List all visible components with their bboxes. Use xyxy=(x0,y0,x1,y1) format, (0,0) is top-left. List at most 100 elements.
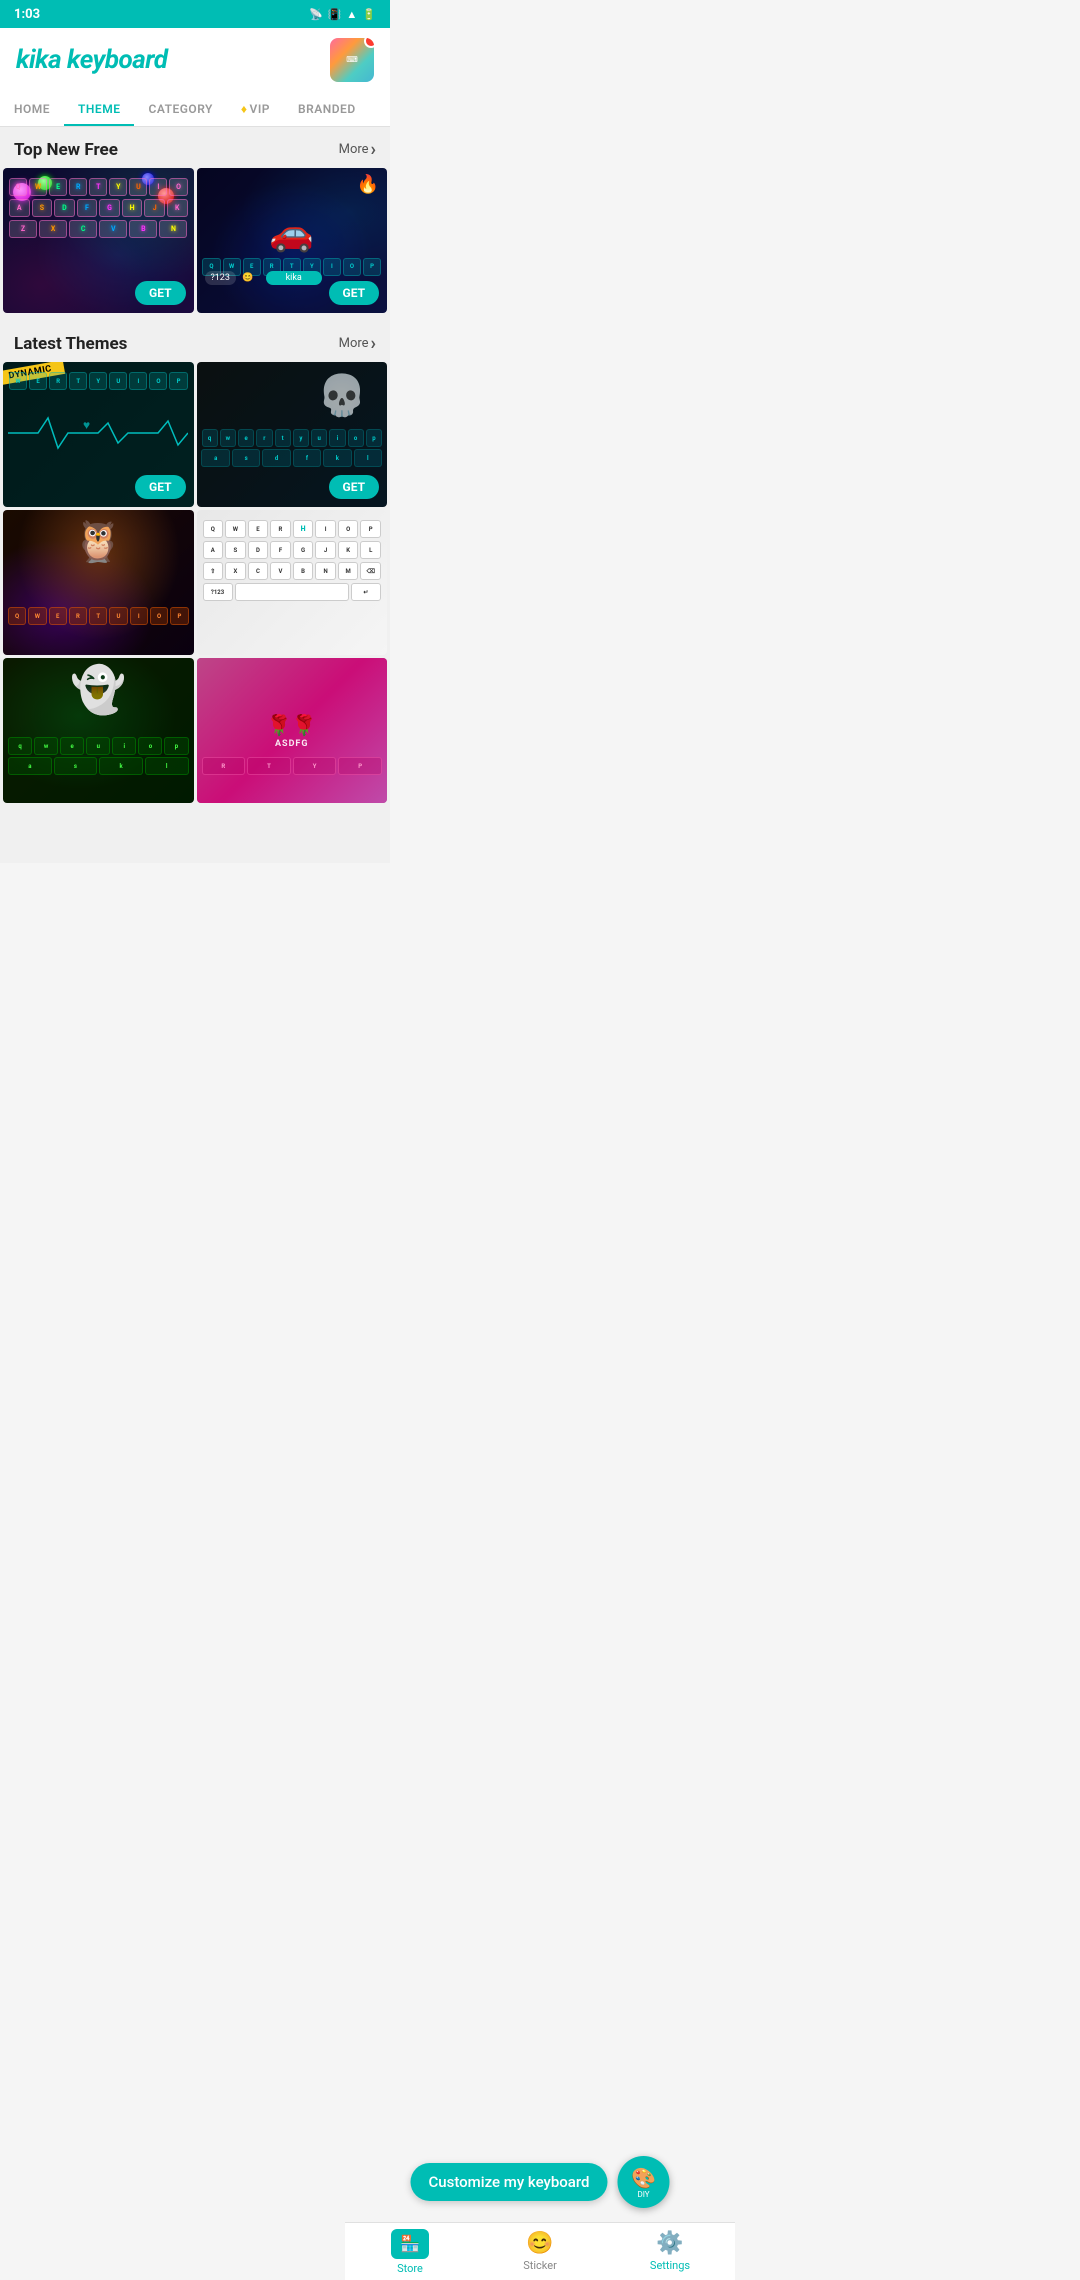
theme-card-heartbeat[interactable]: DYNAMIC W E R T Y U I O P xyxy=(3,362,194,507)
nav-item-settings[interactable]: ⚙️ Settings xyxy=(605,2223,735,2280)
kb-key: ⇧ xyxy=(203,562,224,580)
tab-category[interactable]: CATEGORY xyxy=(134,92,226,126)
kb-key: Y xyxy=(89,372,107,390)
latest-themes-more[interactable]: More xyxy=(339,333,376,354)
latest-themes-grid: DYNAMIC W E R T Y U I O P xyxy=(0,362,390,803)
palette-icon: 🎨 xyxy=(631,2166,656,2190)
theme-card-neon[interactable]: Q W E R T Y U I O A S D F G H J xyxy=(3,168,194,313)
diy-fab[interactable]: 🎨 DIY xyxy=(618,2156,670,2208)
nav-label-sticker: Sticker xyxy=(523,2259,557,2272)
flower-overlay: 🌹🌹 ASDFG xyxy=(197,658,388,803)
tab-home[interactable]: HOME xyxy=(0,92,64,126)
kb-key: O xyxy=(343,258,361,276)
customize-bubble[interactable]: Customize my keyboard xyxy=(410,2163,607,2201)
kb-row-2: A S D F G J K L xyxy=(203,541,382,559)
status-icons: 📡 📳 ▲ 🔋 xyxy=(309,8,376,21)
tab-branded[interactable]: BRANDED xyxy=(284,92,370,126)
settings-icon: ⚙️ xyxy=(656,2231,683,2256)
kb-key: T xyxy=(89,607,107,625)
kb-key: A xyxy=(9,199,30,217)
theme-card-car[interactable]: 🔥 🚗 Q W E R T Y I O P ?123 😊 kika xyxy=(197,168,388,313)
sticker-icon: 😊 xyxy=(526,2231,553,2256)
section-gap-1 xyxy=(0,313,390,321)
get-button-heartbeat[interactable]: GET xyxy=(135,475,185,499)
kb-key: s xyxy=(232,449,260,467)
get-button-car[interactable]: GET xyxy=(329,281,379,305)
kb-key: P xyxy=(360,520,381,538)
kb-key: l xyxy=(354,449,382,467)
theme-card-flower[interactable]: 🌹🌹 ASDFG R T Y P xyxy=(197,658,388,803)
ghost-keyboard-visual: q w e u i o p a s k l xyxy=(8,737,189,775)
kb-key: G xyxy=(99,199,120,217)
kb-key: I xyxy=(315,520,336,538)
kb-key: t xyxy=(275,429,291,447)
white-keyboard-visual: Q W E R H I O P A S D F G J K L xyxy=(197,510,388,655)
kb-row-2: a s d f k l xyxy=(202,449,383,467)
theme-card-ghost[interactable]: 👻 q w e u i o p a s k l xyxy=(3,658,194,803)
kb-key: N xyxy=(159,220,187,238)
kb-key: P xyxy=(170,607,188,625)
kb-key: i xyxy=(112,737,136,755)
get-button-skull[interactable]: GET xyxy=(329,475,379,499)
theme-card-owl[interactable]: 🦉 Q W E R T U I O P xyxy=(3,510,194,655)
kb-key: s xyxy=(54,757,98,775)
kb-key: W xyxy=(9,372,27,390)
kb-key: E xyxy=(49,607,67,625)
svg-text:♥: ♥ xyxy=(83,418,90,432)
tab-theme[interactable]: THEME xyxy=(64,92,134,126)
kb-key: a xyxy=(8,757,52,775)
nav-item-store[interactable]: 🏪 Store xyxy=(345,2223,475,2280)
kb-row-1: Q W E R H I O P xyxy=(203,520,382,538)
kb-key: Z xyxy=(9,220,37,238)
kb-key: L xyxy=(360,541,381,559)
owl-icon: 🦉 xyxy=(73,518,123,565)
kb-key: E xyxy=(49,178,67,196)
theme-card-white[interactable]: Q W E R H I O P A S D F G J K L xyxy=(197,510,388,655)
kb-key: N xyxy=(315,562,336,580)
profile-avatar[interactable]: ⌨ xyxy=(330,38,374,82)
skull-keyboard-visual: q w e r t y u i o p a s d f k l xyxy=(202,429,383,467)
kb-key: G xyxy=(293,541,314,559)
vibrate-icon: 📳 xyxy=(328,8,342,21)
status-bar: 1:03 📡 📳 ▲ 🔋 xyxy=(0,0,390,28)
kb-key: U xyxy=(109,607,127,625)
kb-key: f xyxy=(293,449,321,467)
wifi-icon: ▲ xyxy=(346,8,357,21)
kb-key: D xyxy=(248,541,269,559)
kb-key: W xyxy=(225,520,246,538)
kb-key: J xyxy=(144,199,165,217)
kb-key: D xyxy=(54,199,75,217)
kb-key: O xyxy=(149,372,167,390)
nav-tabs: HOME THEME CATEGORY ♦VIP BRANDED xyxy=(0,92,390,127)
kb-key: J xyxy=(315,541,336,559)
flower-content: 🌹🌹 ASDFG xyxy=(267,713,317,749)
kb-key: d xyxy=(262,449,290,467)
kb-key: P xyxy=(169,372,187,390)
nav-label-settings: Settings xyxy=(650,2259,690,2272)
tab-vip[interactable]: ♦VIP xyxy=(227,92,284,126)
get-button-neon[interactable]: GET xyxy=(135,281,185,305)
kb-key: q xyxy=(202,429,218,447)
vip-diamond-icon: ♦ xyxy=(241,102,248,116)
kb-row-3: Z X C V B N xyxy=(9,220,188,238)
theme-card-skull[interactable]: 💀 q w e r t y u i o p a s d xyxy=(197,362,388,507)
kb-key: u xyxy=(86,737,110,755)
cast-icon: 📡 xyxy=(309,8,323,21)
kb-key: I xyxy=(129,372,147,390)
kb-key: T xyxy=(69,372,87,390)
kb-key: V xyxy=(99,220,127,238)
top-new-free-more[interactable]: More xyxy=(339,139,376,160)
kb-key: R xyxy=(69,178,87,196)
top-new-free-title: Top New Free xyxy=(14,140,118,160)
kb-row: q w e r t y u i o p xyxy=(202,429,383,447)
kb-key: C xyxy=(69,220,97,238)
kb-key: R xyxy=(49,372,67,390)
ghost-icon: 👻 xyxy=(70,663,126,716)
diy-label: DIY xyxy=(637,2190,649,2199)
kb-key: K xyxy=(338,541,359,559)
kb-key: Q xyxy=(9,178,27,196)
kb-key: ?123 xyxy=(203,583,233,601)
kb-key: o xyxy=(138,737,162,755)
kb-key: O xyxy=(169,178,187,196)
nav-item-sticker[interactable]: 😊 Sticker xyxy=(475,2223,605,2280)
